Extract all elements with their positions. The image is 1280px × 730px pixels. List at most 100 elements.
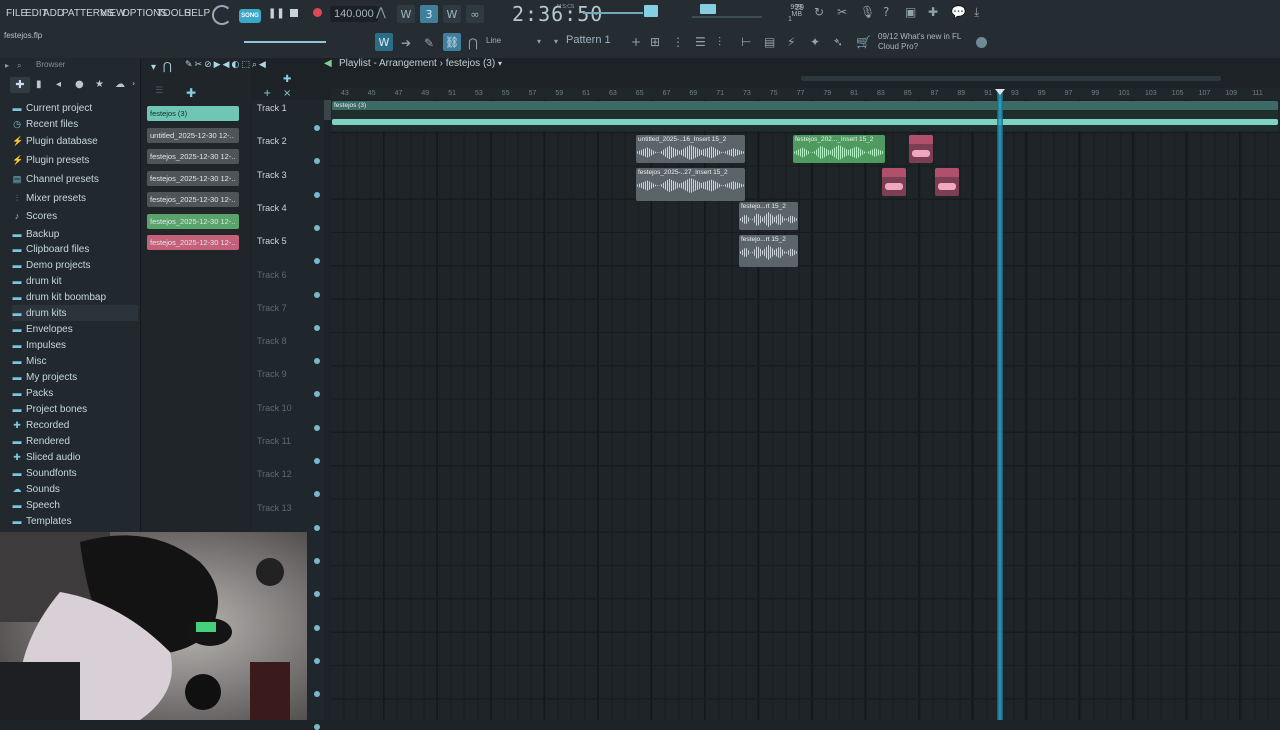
track-mute-led[interactable] <box>314 324 320 331</box>
tools-icons[interactable]: ✎✂⊘▶◀◐⬚⌕◀ <box>185 60 268 70</box>
track-name[interactable]: Track 4 <box>257 203 287 213</box>
clip-picker-item[interactable]: festejos (3) <box>147 106 239 121</box>
add-pattern-icon[interactable]: + <box>631 35 641 49</box>
menu-file[interactable]: FILE <box>6 8 27 19</box>
browser-item[interactable]: ▬ Speech <box>12 497 138 513</box>
track-mute-led[interactable] <box>314 424 320 431</box>
browser-item[interactable]: ▬ Packs <box>12 385 138 401</box>
audio-clip[interactable]: untitled_2025-..16_Insert 15_2 <box>636 135 745 163</box>
countdown-icon[interactable]: 3 <box>420 5 438 23</box>
track-mute-led[interactable] <box>314 125 320 131</box>
plugin-wrench-icon[interactable]: ✦ <box>810 35 820 49</box>
track-mute-led[interactable] <box>314 458 320 464</box>
track-mute-led[interactable] <box>314 358 320 365</box>
track-mute-led[interactable] <box>314 158 320 165</box>
track-mute-led[interactable] <box>314 591 320 598</box>
playhead[interactable] <box>997 92 1003 720</box>
clip-picker-item[interactable]: festejos_2025-12-30 12-.. <box>147 192 239 207</box>
channel-rack-icon[interactable]: ⋮ <box>672 35 684 49</box>
track-name[interactable]: Track 9 <box>257 369 287 379</box>
cloud-icon[interactable]: ☁ <box>115 79 125 90</box>
metronome-icon[interactable]: ⋀ <box>376 5 386 19</box>
magnet-icon[interactable]: ⋂ <box>163 60 172 73</box>
track-name[interactable]: Track 12 <box>257 469 292 479</box>
audio-clip[interactable]: festejo...rt 15_2 <box>739 235 798 267</box>
arrangement-clip[interactable]: festejos (3) <box>332 101 1278 131</box>
track-name[interactable]: Track 5 <box>257 236 287 246</box>
browser-item[interactable]: ▬ My projects <box>12 369 138 385</box>
track-name[interactable]: Track 10 <box>257 403 292 413</box>
close-icon[interactable]: × <box>283 88 291 99</box>
vertical-scrollbar[interactable] <box>324 100 331 120</box>
pattern-select[interactable]: Pattern 1 <box>566 34 630 50</box>
help-icon[interactable]: ? <box>883 5 889 19</box>
picker-add-icon[interactable]: ✚ <box>186 86 196 100</box>
audio-clip[interactable]: festejos_202..._Insert 15_2 <box>793 135 885 163</box>
playhead-marker-icon[interactable] <box>995 89 1005 95</box>
browser-back-icon[interactable]: ◂ <box>56 79 61 90</box>
browser-item[interactable]: ▤ Channel presets <box>12 171 138 187</box>
audio-clip-small[interactable] <box>909 135 933 163</box>
browser-item[interactable]: ▬ Impulses <box>12 337 138 353</box>
pencil-tool-icon[interactable]: ✎ <box>424 36 434 50</box>
wait-input-icon[interactable]: W <box>397 5 415 23</box>
master-volume-slider[interactable] <box>692 16 762 18</box>
track-mute-led[interactable] <box>314 724 320 730</box>
tag-icon[interactable]: ➴ <box>833 35 843 49</box>
browser-folder-icon[interactable]: ▮ <box>36 79 42 90</box>
master-pitch-slider[interactable] <box>583 12 643 14</box>
track-mute-led[interactable] <box>314 224 320 231</box>
chat-icon[interactable]: 💬 <box>951 5 966 19</box>
track-name[interactable]: Track 7 <box>257 303 287 313</box>
browser-item[interactable]: ♪ Scores <box>12 208 138 224</box>
audio-clip-small[interactable] <box>935 168 959 196</box>
chevron-right-icon[interactable]: › <box>132 79 135 88</box>
playlist-grid[interactable] <box>331 100 1280 720</box>
loop-record-icon[interactable]: ∞ <box>466 5 484 23</box>
browser-item[interactable]: ▬ drum kits <box>12 305 138 321</box>
record-icon[interactable] <box>313 8 322 17</box>
browser-item[interactable]: ▬ Envelopes <box>12 321 138 337</box>
menu-help[interactable]: HELP <box>184 8 210 19</box>
browser-item[interactable]: ⚡ Plugin presets <box>12 152 138 168</box>
snap-select[interactable]: Line <box>486 36 501 45</box>
chevron-down-icon[interactable]: ▾ <box>151 62 156 73</box>
track-mute-led[interactable] <box>314 657 320 664</box>
scrollbar-thumb[interactable] <box>801 76 1221 81</box>
add-track-icon[interactable]: + <box>263 88 271 99</box>
track-name[interactable]: Track 11 <box>257 436 291 446</box>
clip-picker-item[interactable]: festejos_2025-12-30 12-.. <box>147 170 239 186</box>
search-icon[interactable]: ⌕ <box>17 61 21 71</box>
playlist-window-icon[interactable]: W <box>375 33 393 51</box>
arrow-tool-icon[interactable]: ➔ <box>401 36 411 50</box>
clip-picker-item[interactable]: festejos_2025-12-30 12-.. <box>147 149 239 164</box>
track-name[interactable]: Track 8 <box>257 336 287 346</box>
track-mute-led[interactable] <box>314 191 320 198</box>
browser-item[interactable]: ▬ Project bones <box>12 401 138 417</box>
tempo-display[interactable]: 140.000 <box>330 6 378 22</box>
news-panel[interactable]: 09/12 What's new in FL Cloud Pro? <box>878 32 968 52</box>
browser-item[interactable]: ▬ Rendered <box>12 433 138 449</box>
audio-clip[interactable]: festejo...rt 15_2 <box>739 202 798 230</box>
browser-item[interactable]: ◷ Recent files <box>12 116 138 132</box>
browser-all-icon[interactable]: ✚ <box>10 77 30 93</box>
browser-item[interactable]: ▬ drum kit <box>12 273 138 289</box>
browser-item[interactable]: ▬ Backup <box>12 226 138 242</box>
globe-icon[interactable] <box>976 37 987 48</box>
track-mute-led[interactable] <box>314 557 320 564</box>
mixer-icon[interactable]: ⊞ <box>650 35 660 49</box>
menu-add[interactable]: ADD <box>43 8 64 19</box>
track-name[interactable]: Track 3 <box>257 170 287 180</box>
track-name[interactable]: Track 13 <box>257 503 292 513</box>
plug-icon[interactable]: ⚡ <box>787 35 795 49</box>
save-icon[interactable]: ▣ <box>905 5 916 19</box>
track-name[interactable]: Track 1 <box>257 103 287 113</box>
track-mute-led[interactable] <box>314 258 320 265</box>
browser-item[interactable]: ✚ Sliced audio <box>12 449 138 465</box>
chevron-down-icon[interactable]: ▾ <box>537 37 541 46</box>
audio-clip-small[interactable] <box>882 168 906 196</box>
tempo-tap-knob[interactable] <box>212 5 232 25</box>
song-mode-button[interactable]: SONG <box>239 9 261 23</box>
mixer-sliders-icon[interactable]: ⫶ <box>718 35 721 50</box>
track-mute-led[interactable] <box>314 391 320 398</box>
